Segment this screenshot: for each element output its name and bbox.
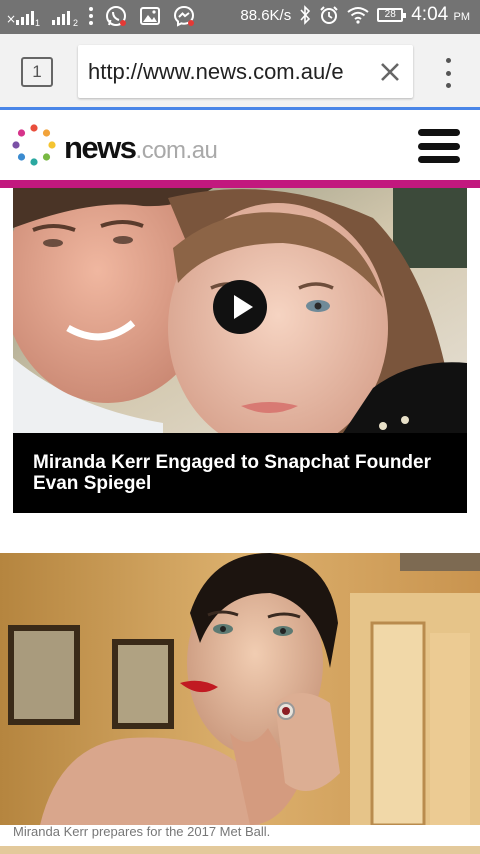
sim2-label: 2 (72, 18, 78, 28)
header-accent-bar (0, 180, 480, 188)
url-input[interactable]: http://www.news.com.au/e (88, 59, 366, 85)
hamburger-menu-icon[interactable] (418, 129, 460, 163)
tab-switcher-button[interactable]: 1 (21, 57, 53, 87)
article-card[interactable]: Miranda Kerr Engaged to Snapchat Founder… (13, 188, 467, 513)
play-video-button[interactable] (213, 280, 267, 334)
more-notifications-icon (88, 7, 94, 25)
sim1-label: 1 (34, 18, 40, 28)
status-bar: × 1 2 88.6K/s 28 4:04 PM (0, 0, 480, 34)
address-bar[interactable]: http://www.news.com.au/e (78, 45, 413, 98)
signal-icon-sim2: 2 (50, 4, 78, 28)
clock-period: PM (453, 11, 471, 23)
browser-menu-button[interactable] (440, 58, 456, 88)
bluetooth-icon (300, 5, 311, 25)
image-caption: Miranda Kerr prepares for the 2017 Met B… (13, 824, 271, 839)
alarm-icon (320, 6, 338, 24)
browser-toolbar: 1 http://www.news.com.au/e (0, 34, 480, 108)
article-headline[interactable]: Miranda Kerr Engaged to Snapchat Founder… (13, 433, 467, 513)
site-logo[interactable]: news.com.au (12, 122, 242, 168)
next-article-preview[interactable] (0, 846, 480, 854)
battery-icon: 28 (377, 8, 407, 22)
logo-dots-icon (12, 124, 56, 166)
wifi-icon (347, 7, 369, 24)
site-header: news.com.au (0, 110, 480, 180)
battery-level: 28 (384, 9, 396, 20)
article-video-thumbnail[interactable] (13, 188, 467, 433)
article-image[interactable] (0, 553, 480, 825)
clock: 4:04 PM (411, 4, 470, 26)
logo-domain: .com.au (135, 137, 218, 164)
clock-time: 4:04 (411, 4, 449, 25)
whatsapp-icon (106, 6, 126, 26)
network-speed: 88.6K/s (240, 6, 292, 24)
messenger-icon (173, 5, 195, 27)
gallery-icon (140, 7, 160, 25)
signal-icon-sim1: × 1 (6, 11, 40, 28)
logo-wordmark: news (64, 130, 137, 165)
clear-url-icon[interactable] (377, 59, 403, 85)
